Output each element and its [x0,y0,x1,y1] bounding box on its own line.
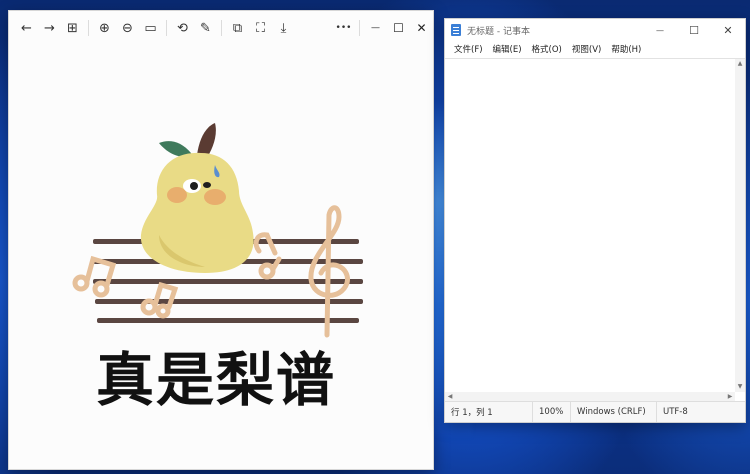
menu-format[interactable]: 格式(O) [527,43,567,55]
menu-file[interactable]: 文件(F) [449,43,488,55]
zoom-in-icon[interactable]: ⊕ [93,16,116,40]
save-icon[interactable]: ⤓ [272,16,295,40]
fit-screen-icon[interactable]: ⛶ [249,16,272,40]
photo-viewer-window: ← → ⊞ ⊕ ⊖ ▭ ⟲ ✎ ⧉ ⛶ ⤓ ••• — ☐ ✕ 真是梨谱 [8,10,434,470]
menu-help[interactable]: 帮助(H) [606,43,646,55]
notepad-text-area[interactable] [445,59,735,392]
notepad-titlebar: 无标题 - 记事本 — ☐ ✕ [445,19,745,41]
toolbar-divider [221,20,222,36]
rotate-icon[interactable]: ⟲ [171,16,194,40]
notepad-minimize-button[interactable]: — [643,19,677,41]
notepad-menubar: 文件(F) 编辑(E) 格式(O) 视图(V) 帮助(H) [445,41,745,57]
image-canvas: 真是梨谱 [9,45,433,469]
scroll-down-icon[interactable]: ▼ [735,382,745,392]
scroll-up-icon[interactable]: ▲ [735,59,745,69]
vertical-scrollbar[interactable]: ▲ ▼ [735,59,745,392]
encoding: UTF-8 [663,407,688,417]
menu-edit[interactable]: 编辑(E) [488,43,527,55]
notepad-title: 无标题 - 记事本 [467,26,530,37]
sticker-caption: 真是梨谱 [96,346,337,414]
edit-icon[interactable]: ✎ [194,16,217,40]
forward-icon[interactable]: → [38,16,61,40]
zoom-out-icon[interactable]: ⊖ [116,16,139,40]
close-button[interactable]: ✕ [410,16,433,40]
toolbar-divider [88,20,89,36]
more-icon[interactable]: ••• [332,16,355,40]
notepad-statusbar: 行 1，列 1 100% Windows (CRLF) UTF-8 [445,401,745,422]
pear-body [140,152,254,273]
toolbar-divider [166,20,167,36]
toolbar-divider [359,20,360,36]
gallery-grid-icon[interactable]: ⊞ [61,16,84,40]
notepad-app-icon [451,24,461,36]
maximize-button[interactable]: ☐ [387,16,410,40]
minimize-button[interactable]: — [364,16,387,40]
notepad-close-button[interactable]: ✕ [711,19,745,41]
copy-icon[interactable]: ⧉ [226,16,249,40]
notepad-editor: ▲ ▼ ◀ ▶ [445,58,745,402]
menu-view[interactable]: 视图(V) [567,43,606,55]
viewer-toolbar: ← → ⊞ ⊕ ⊖ ▭ ⟲ ✎ ⧉ ⛶ ⤓ ••• — ☐ ✕ [9,11,433,45]
line-ending: Windows (CRLF) [571,402,657,422]
back-icon[interactable]: ← [15,16,38,40]
zoom-level: 100% [533,402,571,422]
notepad-maximize-button[interactable]: ☐ [677,19,711,41]
actual-size-icon[interactable]: ▭ [139,16,162,40]
cursor-position: 行 1，列 1 [445,402,533,422]
notepad-window: 无标题 - 记事本 — ☐ ✕ 文件(F) 编辑(E) 格式(O) 视图(V) … [444,18,746,423]
